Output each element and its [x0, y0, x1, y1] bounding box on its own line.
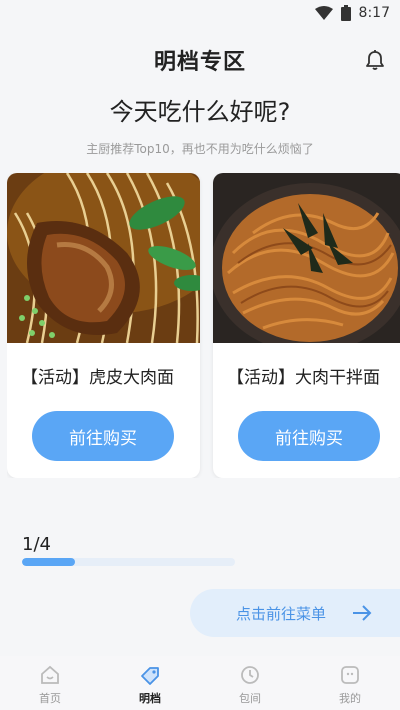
- dish-card[interactable]: 【活动】虎皮大肉面 前往购买: [7, 173, 200, 478]
- header: 明档专区: [0, 40, 400, 80]
- pager-progress: [22, 558, 235, 566]
- bell-icon[interactable]: [364, 49, 386, 71]
- tab-private-room[interactable]: 包间: [200, 656, 300, 710]
- dish-carousel[interactable]: 【活动】虎皮大肉面 前往购买 【活动】大肉干拌面 前往购买: [7, 173, 400, 478]
- tab-home[interactable]: 首页: [0, 656, 100, 710]
- dry-mixed-noodle-photo: [213, 173, 400, 343]
- tab-home-label: 首页: [39, 692, 61, 705]
- clock-icon: [239, 664, 261, 686]
- go-to-menu-label: 点击前往菜单: [236, 604, 327, 623]
- wifi-icon: [314, 6, 333, 20]
- status-bar: 8:17: [0, 0, 400, 26]
- tab-profile-label: 我的: [339, 692, 361, 705]
- tab-mingdang-label: 明档: [139, 692, 161, 705]
- battery-icon: [340, 5, 351, 21]
- headline: 今天吃什么好呢?: [109, 98, 291, 126]
- home-icon: [39, 664, 61, 686]
- tab-mingdang[interactable]: 明档: [100, 656, 200, 710]
- page-title: 明档专区: [153, 50, 246, 75]
- pager-progress-fill: [22, 558, 76, 566]
- bottom-tab-bar: 首页 明档 包间 我的: [0, 656, 400, 710]
- dish-card[interactable]: 【活动】大肉干拌面 前往购买: [213, 173, 400, 478]
- profile-icon: [339, 664, 361, 686]
- subline: 主厨推荐Top10，再也不用为吃什么烦恼了: [86, 142, 314, 156]
- pager-indicator: 1/4: [22, 534, 51, 555]
- buy-button[interactable]: 前往购买: [238, 411, 380, 461]
- buy-button[interactable]: 前往购买: [32, 411, 174, 461]
- tag-icon: [139, 664, 161, 686]
- arrow-right-icon: [352, 604, 372, 626]
- dish-title: 【活动】虎皮大肉面: [21, 368, 174, 388]
- dish-title: 【活动】大肉干拌面: [227, 368, 380, 388]
- tab-private-room-label: 包间: [239, 692, 261, 705]
- braised-pork-noodle-photo: [7, 173, 200, 343]
- status-time: 8:17: [358, 5, 390, 21]
- go-to-menu-button[interactable]: 点击前往菜单: [190, 589, 400, 637]
- tab-profile[interactable]: 我的: [300, 656, 400, 710]
